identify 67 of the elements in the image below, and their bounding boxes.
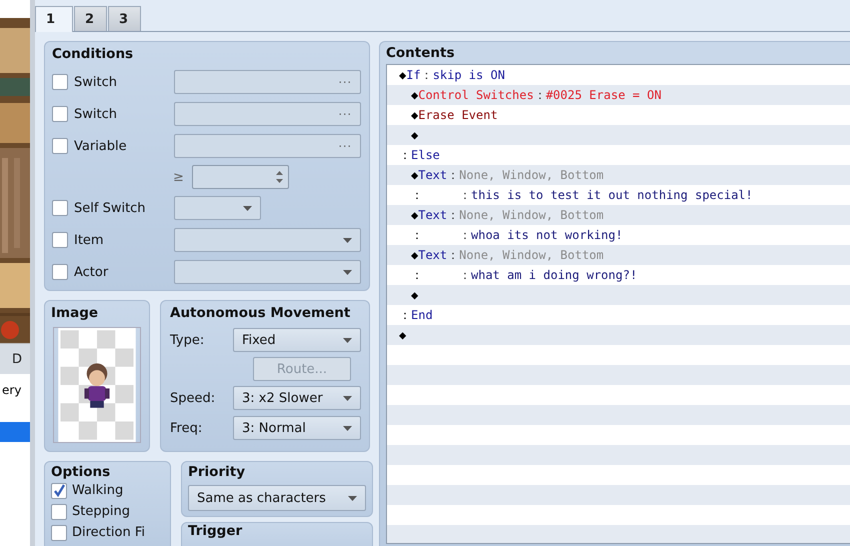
picker-field[interactable]: ··· [174, 102, 361, 126]
condition-label: Self Switch [74, 200, 147, 216]
condition-label: Switch [74, 74, 118, 90]
checkbox[interactable] [52, 74, 68, 90]
command-line[interactable]: ◆ [387, 125, 418, 145]
field-label: Freq: [170, 420, 204, 436]
dropdown[interactable]: 3: x2 Slower [233, 386, 361, 410]
checkbox[interactable] [51, 482, 67, 498]
command-line[interactable]: ◆ [387, 325, 406, 345]
section-title: Autonomous Movement [170, 305, 350, 321]
condition-label: Item [74, 232, 105, 248]
section-title: Contents [386, 45, 455, 61]
command-line[interactable]: ◆Text：None, Window, Bottom [387, 205, 604, 225]
option-label: Direction Fi [72, 525, 146, 540]
condition-label: Switch [74, 106, 118, 122]
checkbox[interactable] [52, 138, 68, 154]
spinner-icon[interactable] [275, 170, 284, 184]
dropdown[interactable] [174, 260, 361, 284]
checkbox[interactable] [51, 504, 67, 520]
tab[interactable]: 2 [74, 6, 107, 31]
tab[interactable]: 1 [35, 6, 73, 32]
dropdown[interactable]: 3: Normal [233, 416, 361, 440]
option-label: Stepping [72, 504, 130, 519]
section-title: Image [51, 305, 98, 321]
tab[interactable]: 3 [108, 6, 141, 31]
command-line[interactable]: ◆Control Switches：#0025 Erase = ON [387, 85, 662, 105]
caret-icon [343, 396, 352, 400]
condition-label: Variable [74, 138, 128, 154]
field-label: Type: [170, 332, 206, 348]
dropdown[interactable] [174, 228, 361, 252]
sidebar-tab[interactable]: D [0, 343, 30, 374]
compare-sign: ≥ [173, 170, 181, 184]
command-line[interactable]: ◆Erase Event [387, 105, 498, 125]
picker-field[interactable]: ··· [174, 70, 361, 94]
number-field[interactable] [192, 165, 289, 189]
checkbox[interactable] [52, 232, 68, 248]
dropdown[interactable]: Same as characters [188, 485, 366, 511]
section-title: Trigger [188, 523, 242, 539]
section-title: Conditions [52, 46, 134, 62]
command-line[interactable]: ：End [387, 305, 433, 325]
command-line[interactable]: ◆Text：None, Window, Bottom [387, 165, 604, 185]
option-label: Walking [72, 483, 124, 498]
section-title: Priority [188, 464, 245, 480]
caret-icon [343, 270, 352, 274]
command-line[interactable]: ◆If：skip is ON [387, 65, 505, 85]
caret-icon [343, 426, 352, 430]
command-line[interactable]: ： ：whoa its not working! [387, 225, 623, 245]
command-line[interactable]: ◆Text：None, Window, Bottom [387, 245, 604, 265]
command-line[interactable]: ：Else [387, 145, 440, 165]
checkbox[interactable] [52, 264, 68, 280]
checkbox[interactable] [52, 106, 68, 122]
checkbox[interactable] [52, 200, 68, 216]
command-line[interactable]: ◆ [387, 285, 418, 305]
checkbox[interactable] [51, 524, 67, 540]
caret-icon [343, 338, 352, 342]
command-line[interactable]: ： ：what am i doing wrong?! [387, 265, 638, 285]
caret-icon [343, 238, 352, 242]
caret-icon [243, 206, 252, 210]
list-item[interactable]: ery [0, 380, 30, 400]
picker-field[interactable]: ··· [174, 134, 361, 158]
condition-label: Actor [74, 264, 110, 280]
section-title: Options [51, 464, 110, 480]
dropdown[interactable] [174, 196, 261, 220]
dropdown[interactable]: Fixed [233, 328, 361, 352]
caret-icon [348, 496, 357, 500]
command-line[interactable]: ： ：this is to test it out nothing special! [387, 185, 753, 205]
field-label: Speed: [170, 390, 216, 406]
